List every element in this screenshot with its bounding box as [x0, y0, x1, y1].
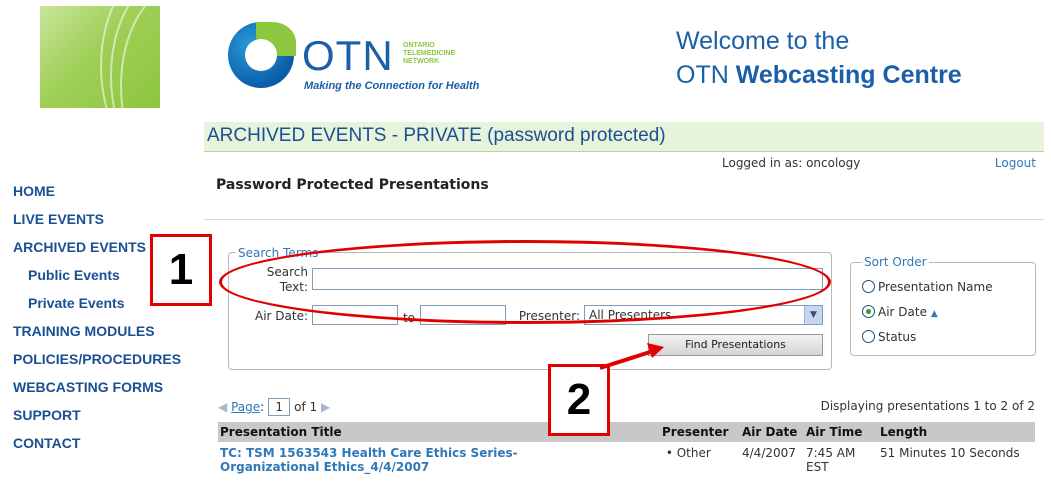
section-title: ARCHIVED EVENTS - PRIVATE (password prot…	[207, 125, 666, 146]
find-presentations-button[interactable]: Find Presentations	[648, 334, 823, 356]
nav-item-home[interactable]: HOME	[13, 183, 181, 211]
callout-number-2: 2	[548, 364, 610, 436]
logout-link[interactable]: Logout	[995, 156, 1036, 170]
radio-icon[interactable]	[862, 330, 875, 343]
sort-option-status[interactable]: Status	[862, 330, 916, 344]
results-table: Presentation Title Presenter Air Date Ai…	[218, 422, 1035, 478]
nav-item-policies-procedures[interactable]: POLICIES/PROCEDURES	[13, 351, 181, 379]
page-title: Password Protected Presentations	[216, 177, 489, 193]
table-row: TC: TSM 1563543 Health Care Ethics Serie…	[218, 442, 1035, 478]
nav-item-contact[interactable]: CONTACT	[13, 435, 181, 463]
col-header-air-time[interactable]: Air Time	[804, 422, 878, 442]
nav-item-webcasting-forms[interactable]: WEBCASTING FORMS	[13, 379, 181, 407]
next-page-icon[interactable]: ▶	[321, 400, 330, 414]
col-header-presenter[interactable]: Presenter	[660, 422, 740, 442]
otn-logo[interactable]: OTN ONTARIO TELEMEDICINE NETWORK Making …	[228, 18, 498, 98]
welcome-heading: Welcome to the OTN Webcasting Centre	[676, 24, 962, 92]
otn-logo-tagline: Making the Connection for Health	[304, 80, 480, 92]
welcome-line-1: Welcome to the	[676, 27, 850, 55]
sort-option-air-date[interactable]: Air Date ▲	[862, 305, 938, 319]
welcome-line-2: OTN Webcasting Centre	[676, 61, 962, 89]
pager: ◀ Page: 1 of 1 ▶	[218, 398, 331, 416]
page-number-input[interactable]: 1	[268, 398, 291, 416]
radio-selected-icon[interactable]	[862, 305, 875, 318]
sort-ascending-icon: ▲	[930, 309, 938, 319]
section-title-bar: ARCHIVED EVENTS - PRIVATE (password prot…	[204, 122, 1044, 152]
callout-ellipse	[219, 240, 831, 324]
chevron-down-icon[interactable]: ▼	[804, 306, 822, 324]
sort-order-legend: Sort Order	[862, 255, 929, 269]
prev-page-icon[interactable]: ◀	[218, 400, 227, 414]
radio-icon[interactable]	[862, 280, 875, 293]
nav-item-support[interactable]: SUPPORT	[13, 407, 181, 435]
air-time-cell: 7:45 AM EST	[806, 446, 856, 474]
left-nav: HOME LIVE EVENTS ARCHIVED EVENTS Public …	[13, 183, 181, 463]
page-label[interactable]: Page	[231, 400, 260, 414]
callout-number-1: 1	[150, 234, 212, 306]
length-cell: 51 Minutes 10 Seconds	[880, 446, 1020, 460]
presenter-cell: • Other	[662, 446, 711, 460]
displaying-count: Displaying presentations 1 to 2 of 2	[820, 399, 1035, 413]
table-header-row: Presentation Title Presenter Air Date Ai…	[218, 422, 1035, 442]
logged-in-status: Logged in as: oncology	[722, 156, 861, 170]
otn-logo-word: OTN	[302, 32, 394, 79]
leaf-graphic	[40, 6, 160, 108]
air-date-cell: 4/4/2007	[742, 446, 796, 460]
air-date-label: Air Date:	[254, 309, 308, 323]
page-of-label: of 1	[294, 400, 318, 414]
otn-logo-mark-icon	[228, 22, 296, 88]
col-header-air-date[interactable]: Air Date	[740, 422, 804, 442]
sort-option-presentation-name[interactable]: Presentation Name	[862, 280, 993, 294]
otn-logo-org: ONTARIO TELEMEDICINE NETWORK	[403, 42, 456, 65]
col-header-length[interactable]: Length	[878, 422, 1035, 442]
nav-item-training-modules[interactable]: TRAINING MODULES	[13, 323, 181, 351]
divider	[204, 219, 1044, 220]
presentation-title-link[interactable]: TC: TSM 1563543 Health Care Ethics Serie…	[218, 442, 660, 478]
